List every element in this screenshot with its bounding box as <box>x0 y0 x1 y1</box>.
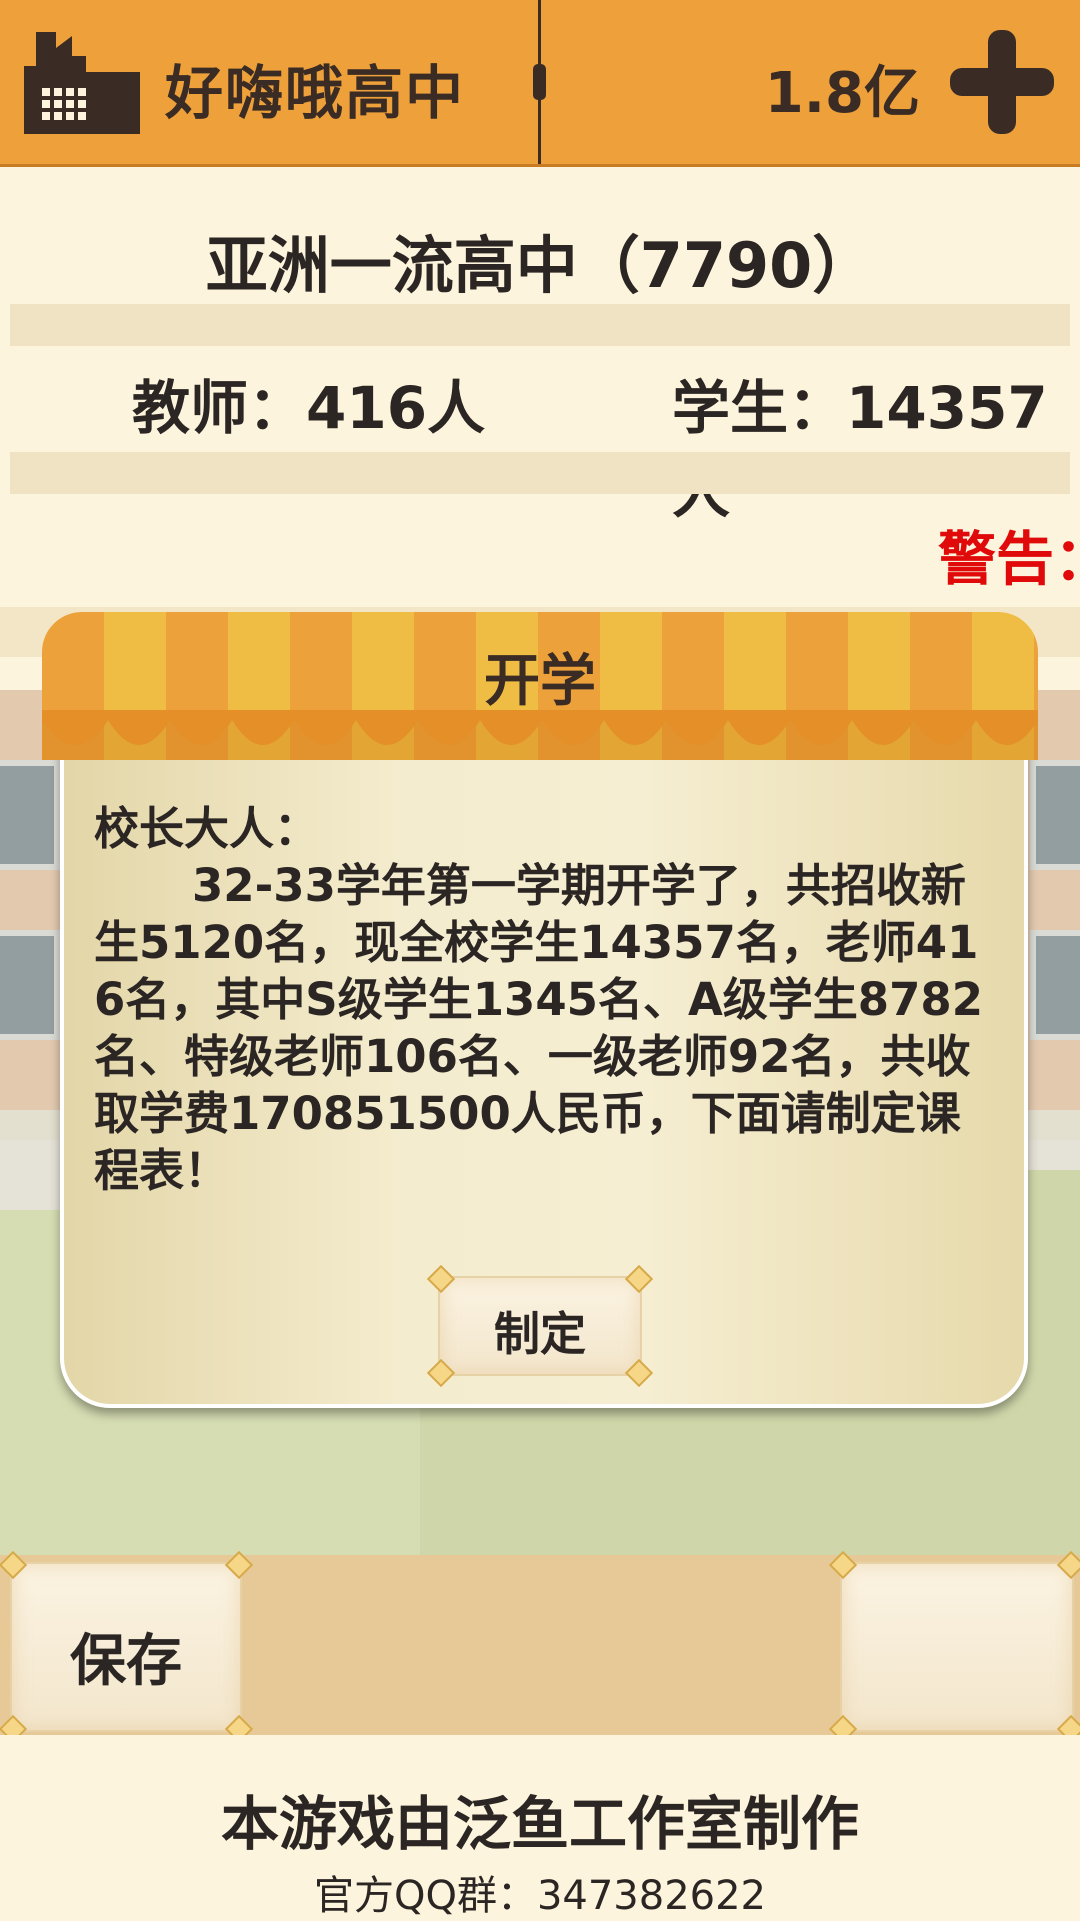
save-button[interactable]: 保存 <box>0 1550 254 1744</box>
info-stripe <box>10 304 1070 346</box>
studio-credit: 本游戏由泛鱼工作室制作 <box>220 1790 859 1858</box>
factory-icon <box>24 32 140 134</box>
top-bar: 好嗨哦高中 1.8亿 <box>0 0 1080 167</box>
header-divider-knob <box>533 64 546 100</box>
school-name: 好嗨哦高中 <box>165 59 466 127</box>
dialog-title: 开学 <box>484 649 596 714</box>
dialog-greeting: 校长大人： <box>94 802 320 855</box>
qq-group-text: 官方QQ群：347382622 <box>313 1873 766 1919</box>
money-display: 1.8亿 <box>764 61 920 126</box>
confirm-schedule-button[interactable]: 制定 <box>426 1264 654 1388</box>
plus-icon[interactable] <box>946 26 1058 138</box>
footer: 本游戏由泛鱼工作室制作 官方QQ群：347382622 <box>0 1735 1080 1920</box>
student-count: 学生：14357人 <box>672 374 1048 526</box>
save-button-label: 保存 <box>70 1629 182 1694</box>
info-stripe <box>10 452 1070 494</box>
school-info-panel: 亚洲一流高中（7790） 教师：416人 学生：14357人 警告： <box>0 167 1080 607</box>
teacher-count: 教师：416人 <box>132 374 486 442</box>
dialog-body-text: 32-33学年第一学期开学了，共招收新生5120名，现全校学生14357名，老师… <box>94 859 984 1197</box>
confirm-button-label: 制定 <box>494 1307 586 1361</box>
school-rank-title: 亚洲一流高中（7790） <box>205 229 875 302</box>
right-action-button[interactable] <box>828 1550 1080 1744</box>
awning-scallops <box>42 710 1038 745</box>
dialog-message: 校长大人： 32-33学年第一学期开学了，共招收新生5120名，现全校学生143… <box>94 800 984 1199</box>
warning-text: 警告： <box>938 525 1080 593</box>
